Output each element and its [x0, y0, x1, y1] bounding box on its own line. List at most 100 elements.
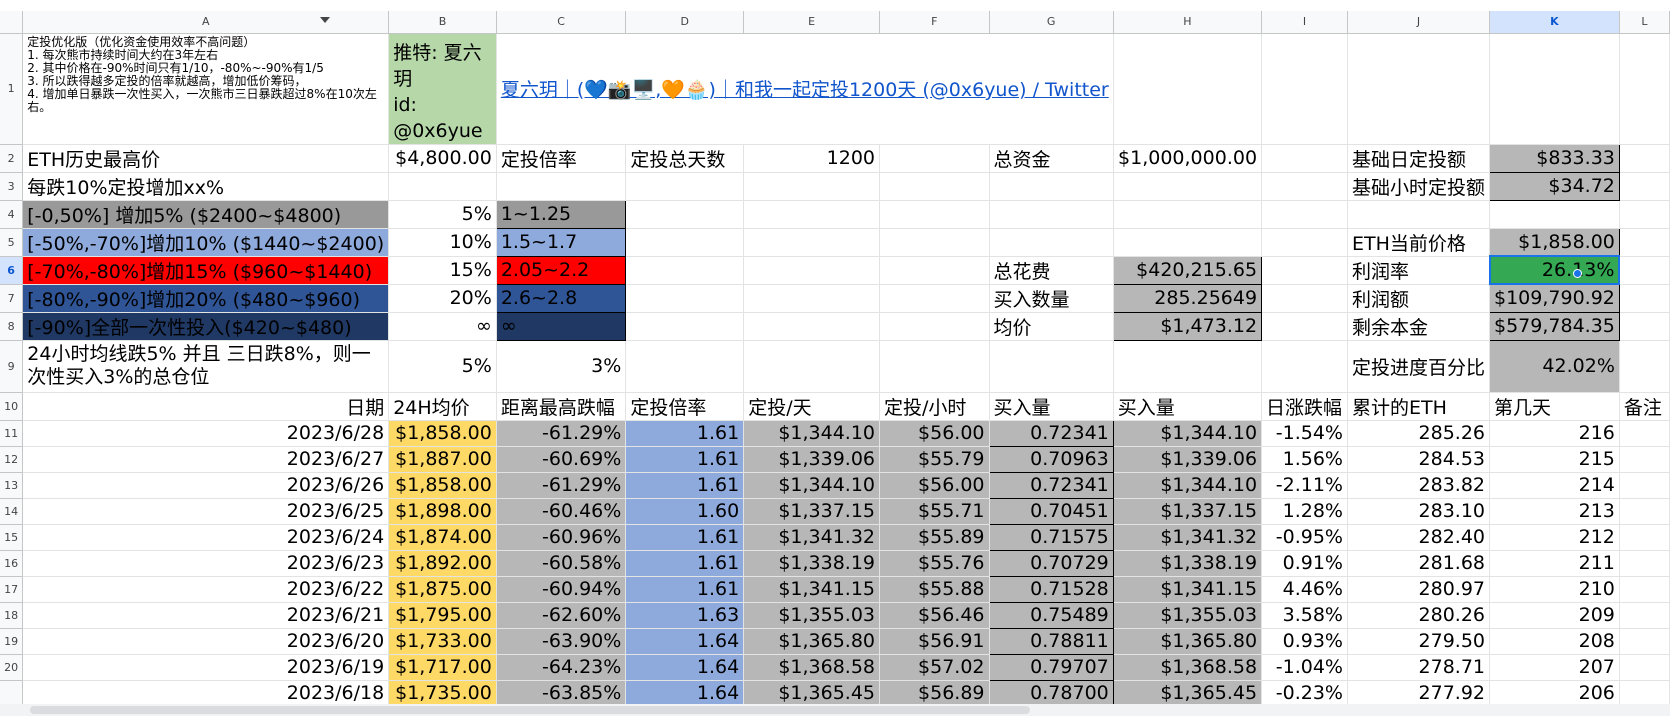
cell-multiplier[interactable]: 1.61 [625, 550, 745, 577]
cell-day-number[interactable]: 216 [1489, 420, 1620, 447]
cell-buy-eth[interactable]: 0.75489 [988, 601, 1114, 629]
cell-notes[interactable] [1619, 576, 1670, 603]
cell-per-hour[interactable]: $56.00 [879, 472, 990, 499]
cell-j8[interactable]: 剩余本金 [1347, 312, 1491, 341]
cell-avg-price[interactable]: $1,735.00 [388, 680, 497, 707]
cell-multiplier[interactable]: 1.64 [625, 654, 745, 681]
cell-l1[interactable] [1619, 33, 1670, 145]
cell-g9[interactable] [989, 340, 1114, 393]
header-avg-price[interactable]: 24H均价 [388, 392, 497, 421]
cell-buy-eth[interactable]: 0.70451 [988, 497, 1114, 525]
cell-multiplier[interactable]: 1.63 [625, 602, 745, 629]
cell-drawdown[interactable]: -63.85% [496, 680, 627, 707]
cell-d2[interactable]: 定投总天数 [625, 144, 745, 173]
cell-d3[interactable] [625, 172, 745, 201]
cell-per-day[interactable]: $1,341.32 [743, 524, 881, 551]
cell-buy-usd[interactable]: $1,365.45 [1113, 680, 1263, 707]
cell-buy-usd[interactable]: $1,368.58 [1113, 654, 1263, 681]
cell-notes[interactable] [1619, 602, 1670, 629]
cell-l4[interactable] [1619, 200, 1670, 229]
cell-per-day[interactable]: $1,344.10 [743, 420, 881, 447]
cell-cumulative-eth[interactable]: 277.92 [1347, 680, 1491, 707]
row-header-4[interactable]: 4 [0, 200, 24, 229]
cell-k1[interactable] [1489, 33, 1620, 145]
header-cumulative-eth[interactable]: 累计的ETH [1347, 392, 1491, 421]
row-header-1[interactable]: 1 [0, 33, 24, 145]
cell-b1-twitter-id[interactable]: 推特: 夏六玥 id: @0x6yue [388, 33, 497, 145]
cell-day-number[interactable]: 215 [1489, 446, 1620, 473]
row-header-7[interactable]: 7 [0, 284, 24, 313]
cell-multiplier[interactable]: 1.64 [625, 680, 745, 707]
cell-d8[interactable] [625, 312, 745, 341]
cell-l2[interactable] [1619, 144, 1670, 173]
cell-b8[interactable]: ∞ [388, 312, 497, 341]
cell-cumulative-eth[interactable]: 284.53 [1347, 446, 1491, 473]
cell-b6[interactable]: 15% [388, 256, 497, 285]
cell-e3[interactable] [743, 172, 881, 201]
cell-cumulative-eth[interactable]: 278.71 [1347, 654, 1491, 681]
cell-buy-eth[interactable]: 0.72341 [988, 471, 1114, 499]
cell-f5[interactable] [879, 228, 990, 257]
cell-h4[interactable] [1113, 200, 1263, 229]
cell-d4[interactable] [625, 200, 745, 229]
cell-drawdown[interactable]: -63.90% [496, 628, 627, 655]
cell-cumulative-eth[interactable]: 283.82 [1347, 472, 1491, 499]
cell-k7[interactable]: $109,790.92 [1489, 283, 1620, 313]
cell-date[interactable]: 2023/6/23 [22, 550, 390, 577]
cell-d6[interactable] [625, 256, 745, 285]
cell-date[interactable]: 2023/6/21 [22, 602, 390, 629]
cell-multiplier[interactable]: 1.61 [625, 420, 745, 447]
cell-daily-change[interactable]: 1.28% [1261, 498, 1348, 525]
cell-buy-eth[interactable]: 0.78700 [988, 679, 1114, 707]
cell-g6[interactable]: 总花费 [989, 256, 1114, 285]
cell-cumulative-eth[interactable]: 285.26 [1347, 420, 1491, 447]
cell-per-hour[interactable]: $55.76 [879, 550, 990, 577]
col-header-b[interactable]: B [388, 11, 497, 34]
cell-avg-price[interactable]: $1,717.00 [388, 654, 497, 681]
cell-i9[interactable] [1261, 340, 1348, 393]
row-header[interactable] [0, 680, 24, 707]
cell-daily-change[interactable]: 0.91% [1261, 550, 1348, 577]
row-header[interactable]: 20 [0, 654, 24, 681]
cell-b2[interactable]: $4,800.00 [388, 144, 497, 173]
cell-k2[interactable]: $833.33 [1489, 143, 1620, 173]
cell-drawdown[interactable]: -60.96% [496, 524, 627, 551]
cell-h9[interactable] [1113, 340, 1263, 393]
row-header[interactable]: 13 [0, 472, 24, 499]
cell-drawdown[interactable]: -64.23% [496, 654, 627, 681]
cell-j9[interactable]: 定投进度百分比 [1347, 340, 1491, 393]
row-header[interactable]: 14 [0, 498, 24, 525]
selection-fill-handle[interactable] [1573, 269, 1582, 278]
cell-cumulative-eth[interactable]: 279.50 [1347, 628, 1491, 655]
cell-drawdown[interactable]: -62.60% [496, 602, 627, 629]
cell-notes[interactable] [1619, 498, 1670, 525]
cell-avg-price[interactable]: $1,858.00 [388, 472, 497, 499]
cell-j6[interactable]: 利润率 [1347, 256, 1491, 285]
cell-buy-usd[interactable]: $1,339.06 [1113, 446, 1263, 473]
cell-per-hour[interactable]: $55.89 [879, 524, 990, 551]
cell-notes[interactable] [1619, 550, 1670, 577]
cell-date[interactable]: 2023/6/20 [22, 628, 390, 655]
cell-date[interactable]: 2023/6/18 [22, 680, 390, 707]
cell-daily-change[interactable]: -1.04% [1261, 654, 1348, 681]
cell-a5[interactable]: [-50%,-70%]增加10% ($1440~$2400) [22, 228, 390, 257]
cell-j1[interactable] [1347, 33, 1491, 145]
col-header-e[interactable]: E [743, 11, 881, 34]
col-header-c[interactable]: C [496, 11, 627, 34]
cell-g7[interactable]: 买入数量 [989, 284, 1114, 313]
cell-h3[interactable] [1113, 172, 1263, 201]
cell-e2[interactable]: 1200 [743, 144, 881, 173]
cell-multiplier[interactable]: 1.60 [625, 498, 745, 525]
cell-multiplier[interactable]: 1.61 [625, 472, 745, 499]
cell-b9[interactable]: 5% [388, 340, 497, 393]
row-header[interactable]: 11 [0, 420, 24, 447]
cell-i1[interactable] [1261, 33, 1348, 145]
cell-avg-price[interactable]: $1,887.00 [388, 446, 497, 473]
select-all-corner[interactable] [0, 11, 24, 34]
cell-a3[interactable]: 每跌10%定投增加xx% [22, 172, 390, 201]
cell-day-number[interactable]: 212 [1489, 524, 1620, 551]
cell-h1[interactable] [1113, 33, 1263, 145]
cell-e4[interactable] [743, 200, 881, 229]
cell-c4[interactable]: 1~1.25 [495, 199, 627, 229]
cell-buy-usd[interactable]: $1,338.19 [1113, 550, 1263, 577]
